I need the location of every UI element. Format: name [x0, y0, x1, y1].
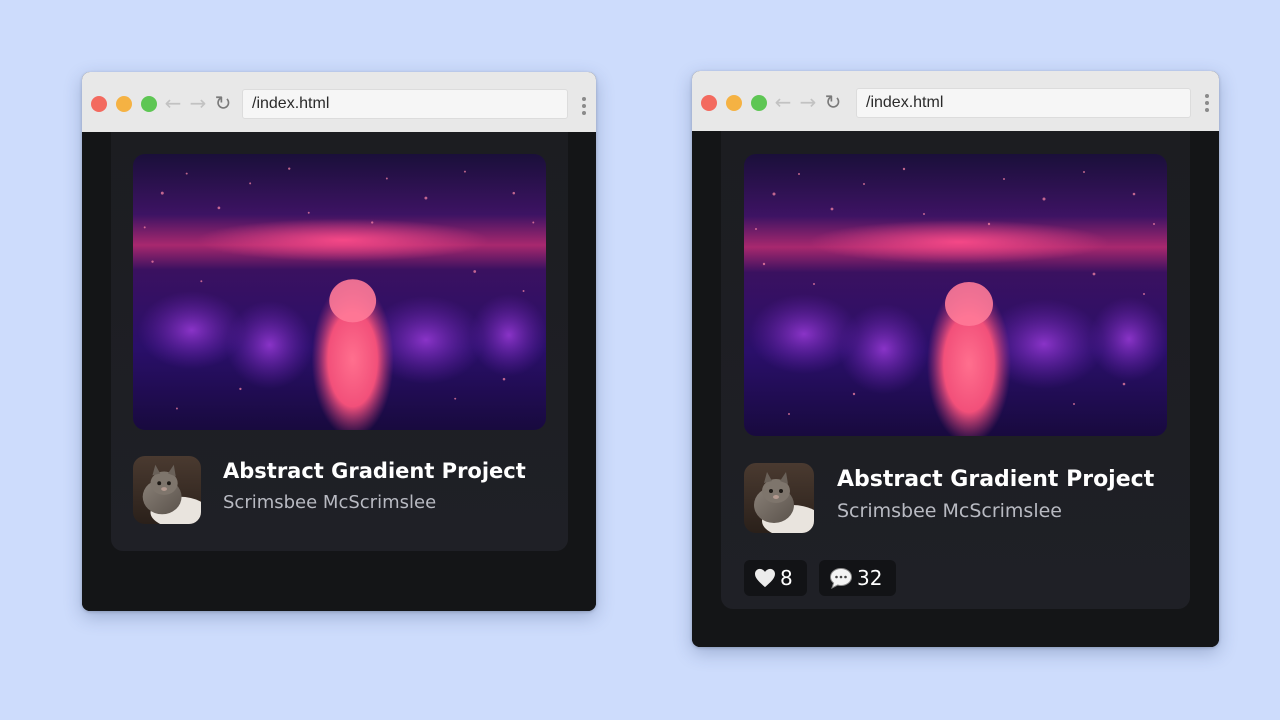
arrow-left-icon[interactable]: ←: [162, 91, 184, 115]
more-vertical-icon[interactable]: [1203, 94, 1211, 112]
project-cover-image: [744, 154, 1167, 436]
browser-toolbar: ← → ↻ /index.html: [82, 72, 596, 133]
reload-icon[interactable]: ↻: [212, 91, 234, 115]
project-title: Abstract Gradient Project: [837, 467, 1155, 492]
minimize-window-button[interactable]: [116, 96, 132, 112]
likes-button[interactable]: 8: [744, 560, 807, 596]
project-cover-image: [133, 154, 546, 430]
author-name: Scrimsbee McScrimslee: [223, 492, 437, 513]
arrow-right-icon[interactable]: →: [187, 91, 209, 115]
page-viewport: Abstract Gradient Project Scrimsbee McSc…: [692, 131, 1219, 647]
address-bar[interactable]: /index.html: [242, 89, 568, 119]
close-window-button[interactable]: [91, 96, 107, 112]
arrow-left-icon[interactable]: ←: [772, 90, 794, 114]
more-vertical-icon[interactable]: [580, 97, 588, 115]
close-window-button[interactable]: [701, 95, 717, 111]
comments-count: 32: [857, 566, 883, 590]
likes-count: 8: [780, 566, 793, 590]
maximize-window-button[interactable]: [141, 96, 157, 112]
project-card[interactable]: Abstract Gradient Project Scrimsbee McSc…: [721, 131, 1190, 609]
maximize-window-button[interactable]: [751, 95, 767, 111]
speech-bubble-icon: [829, 567, 853, 589]
minimize-window-button[interactable]: [726, 95, 742, 111]
arrow-right-icon[interactable]: →: [797, 90, 819, 114]
browser-window-2: ← → ↻ /index.html Abstract Gradient Proj…: [692, 71, 1219, 647]
page-viewport: Abstract Gradient Project Scrimsbee McSc…: [82, 132, 596, 611]
author-avatar: [133, 456, 201, 524]
comments-button[interactable]: 32: [819, 560, 896, 596]
project-card[interactable]: Abstract Gradient Project Scrimsbee McSc…: [111, 132, 568, 551]
author-name: Scrimsbee McScrimslee: [837, 500, 1062, 522]
heart-icon: [754, 568, 776, 588]
browser-window-1: ← → ↻ /index.html Abstract Gradient Proj…: [82, 72, 596, 611]
author-avatar: [744, 463, 814, 533]
browser-toolbar: ← → ↻ /index.html: [692, 71, 1219, 132]
reload-icon[interactable]: ↻: [822, 90, 844, 114]
address-bar[interactable]: /index.html: [856, 88, 1191, 118]
project-title: Abstract Gradient Project: [223, 459, 526, 483]
